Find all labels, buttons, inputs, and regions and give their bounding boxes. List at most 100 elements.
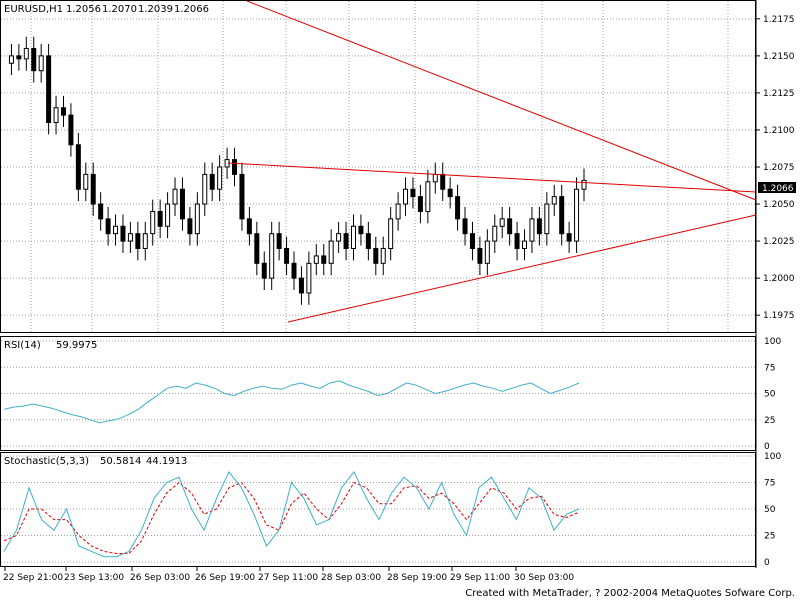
candle-body xyxy=(232,159,238,175)
price-tick-label: 1.2075 xyxy=(763,163,795,173)
candle-body xyxy=(135,233,141,250)
stochastic-tick-label: 25 xyxy=(764,532,775,542)
candle-body xyxy=(53,107,59,124)
rsi-line xyxy=(3,380,580,424)
candle-body xyxy=(165,203,171,227)
candle-body xyxy=(23,47,29,60)
candle-body xyxy=(529,218,535,242)
price-tick-label: 1.2175 xyxy=(763,15,795,25)
candle-body xyxy=(83,173,89,190)
candle-body xyxy=(425,181,431,212)
axis-labels: 1.2175 1.2150 1.2125 1.2100 1.2075 1.2050 1.20… xyxy=(3,15,795,583)
candle-body xyxy=(336,233,342,242)
candle-body xyxy=(172,188,178,205)
rsi-panel[interactable] xyxy=(0,336,756,451)
candle-body xyxy=(60,107,66,116)
candle-body xyxy=(574,188,580,242)
time-axis-label: 22 Sep 21:00 xyxy=(3,573,63,583)
candle-body xyxy=(440,173,446,190)
price-tick-label: 1.2150 xyxy=(763,52,795,62)
candle-body xyxy=(403,188,409,205)
candle-body xyxy=(499,218,505,227)
close-value: 1.2066 xyxy=(174,4,209,15)
candle-body xyxy=(202,173,208,205)
grid-lines xyxy=(1,1,755,563)
candle-body xyxy=(239,173,245,220)
stochastic-tick-label: 75 xyxy=(764,479,775,489)
candle-body xyxy=(514,233,520,250)
open-value: 1.2056 xyxy=(66,4,101,15)
price-panel[interactable] xyxy=(0,0,756,333)
stochastic-main-value: 50.5814 xyxy=(100,456,141,467)
rsi-tick-label: 0 xyxy=(764,442,770,452)
rsi-indicator xyxy=(3,380,580,424)
candle-body xyxy=(306,262,312,294)
time-axis-label: 26 Sep 03:00 xyxy=(130,573,190,583)
stochastic-indicator xyxy=(3,470,580,558)
candle-body xyxy=(246,218,252,235)
price-tick-label: 1.2000 xyxy=(763,274,795,284)
candle-body xyxy=(127,233,133,242)
candle-body xyxy=(328,240,334,264)
candle-body xyxy=(410,188,416,198)
candle-body xyxy=(276,233,282,250)
candle-body xyxy=(269,233,275,279)
candle-body xyxy=(261,262,267,279)
rsi-tick-label: 50 xyxy=(764,390,776,400)
candle-body xyxy=(75,144,81,190)
stochastic-label: Stochastic(5,3,3) xyxy=(4,456,89,467)
price-chart[interactable]: 1.2175 1.2150 1.2125 1.2100 1.2075 1.2050 1.20… xyxy=(0,0,800,600)
stochastic-tick-label: 100 xyxy=(764,452,781,462)
candle-body xyxy=(187,218,193,235)
trendline xyxy=(246,0,757,201)
candle-body xyxy=(98,203,104,220)
candle-body xyxy=(343,233,349,250)
candle-body xyxy=(447,188,453,198)
candle-body xyxy=(484,240,490,264)
candle-body xyxy=(417,196,423,212)
price-tick-label: 1.2025 xyxy=(763,237,795,247)
current-price-label: 1.2066 xyxy=(762,184,794,194)
candle-body xyxy=(395,203,401,220)
candle-body xyxy=(544,203,550,235)
candle-body xyxy=(209,173,215,190)
stochastic-signal-line xyxy=(3,481,580,554)
price-tick-label: 1.1975 xyxy=(763,311,795,321)
time-axis-label: 30 Sep 03:00 xyxy=(514,573,574,583)
candle-body xyxy=(358,225,364,235)
candle-body xyxy=(142,233,148,250)
stochastic-main-line xyxy=(3,470,580,558)
candle-body xyxy=(321,255,327,264)
low-value: 1.2039 xyxy=(138,4,173,15)
time-axis-label: 28 Sep 19:00 xyxy=(387,573,447,583)
candle-body xyxy=(581,179,587,190)
time-axis-label: 23 Sep 13:00 xyxy=(64,573,124,583)
candle-body xyxy=(432,173,438,183)
candle-body xyxy=(105,218,111,235)
candle-body xyxy=(350,225,356,249)
candle-body xyxy=(38,55,44,72)
candle-body xyxy=(469,233,475,250)
candle-body xyxy=(462,218,468,235)
candle-body xyxy=(113,225,119,235)
candle-body xyxy=(179,188,185,220)
time-axis-label: 29 Sep 11:00 xyxy=(450,573,510,583)
rsi-tick-label: 100 xyxy=(764,337,781,347)
candle-body xyxy=(254,233,260,264)
candle-body xyxy=(284,248,290,264)
candle-body xyxy=(373,248,379,264)
stochastic-tick-label: 50 xyxy=(764,505,776,515)
stochastic-panel[interactable] xyxy=(0,452,756,567)
rsi-label: RSI(14) xyxy=(4,340,41,351)
candle-body xyxy=(388,218,394,249)
candle-body xyxy=(157,210,163,227)
footer-credit: Created with MetaTrader, ? 2002-2004 Met… xyxy=(465,588,795,599)
candle-body xyxy=(536,218,542,235)
stochastic-tick-label: 0 xyxy=(764,558,770,568)
price-tick-label: 1.2125 xyxy=(763,89,795,99)
trendline xyxy=(287,214,757,323)
rsi-value: 59.9975 xyxy=(56,340,97,351)
candle-body xyxy=(8,55,14,64)
candle-body xyxy=(194,203,200,235)
rsi-tick-label: 75 xyxy=(764,363,775,373)
